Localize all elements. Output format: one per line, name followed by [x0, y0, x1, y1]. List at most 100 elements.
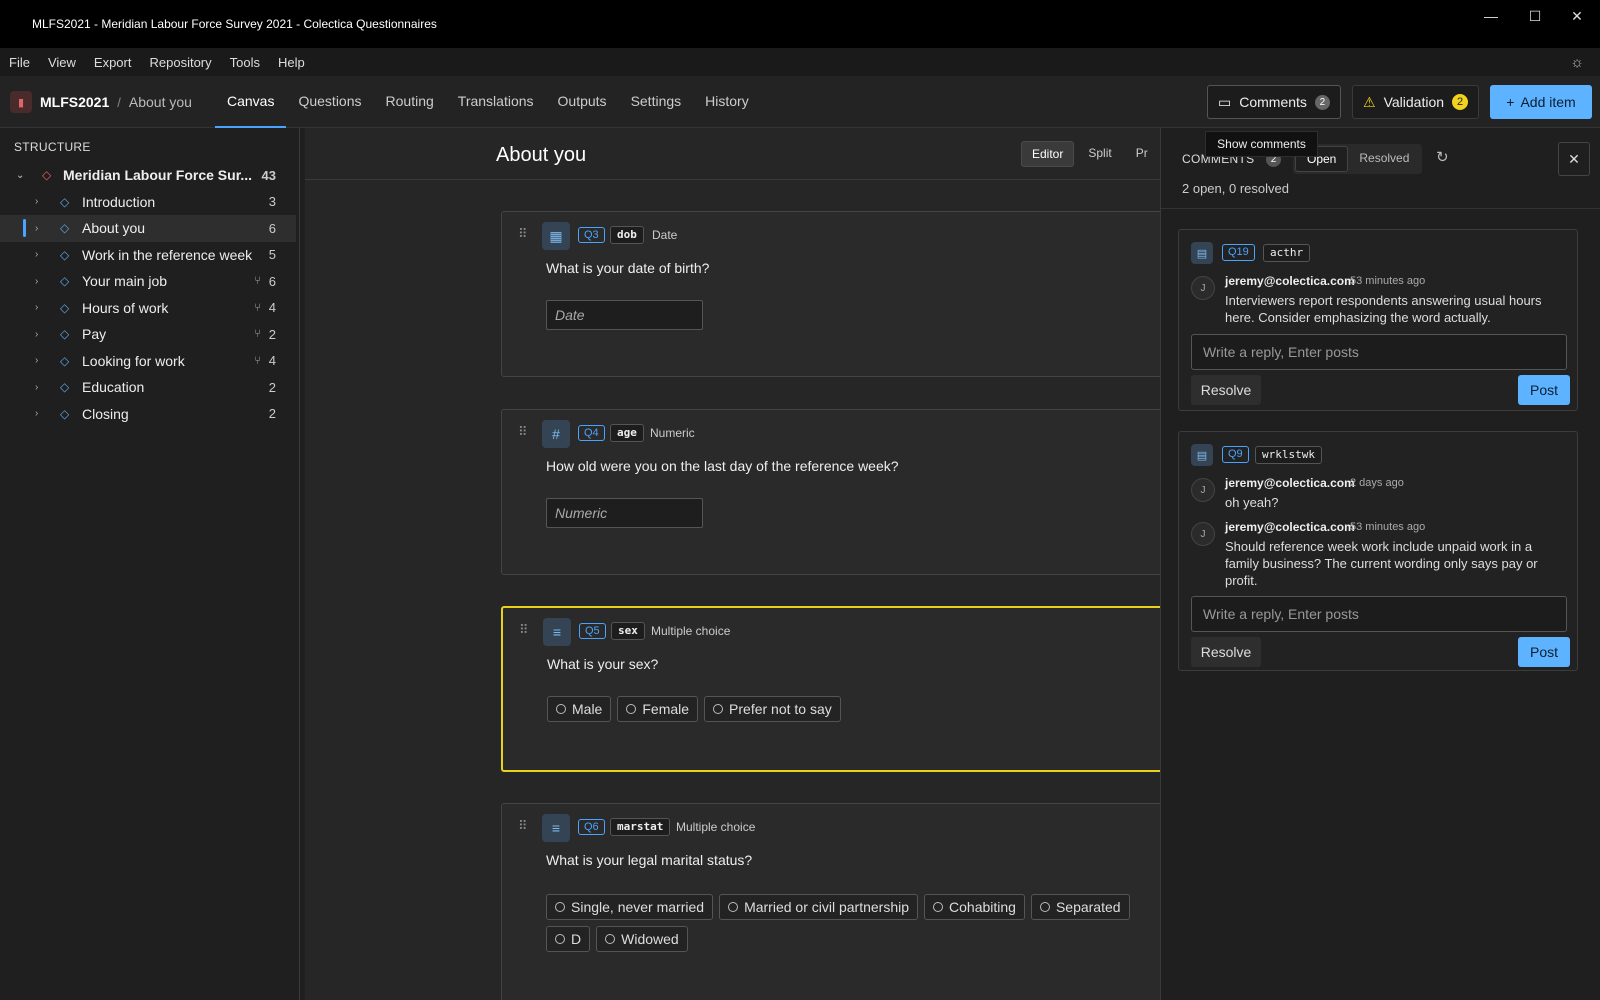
comments-button[interactable]: ▭ Comments 2	[1207, 85, 1341, 119]
drag-handle-icon[interactable]: ⠿	[519, 622, 529, 638]
sidebar-item-label: Closing	[82, 405, 129, 422]
numeric-input[interactable]: Numeric	[546, 498, 703, 528]
comment-body: oh yeah?	[1225, 495, 1279, 510]
tab-routing[interactable]: Routing	[374, 76, 446, 128]
tree-root-label: Meridian Labour Force Sur...	[63, 167, 253, 184]
answer-option[interactable]: Female	[617, 696, 699, 722]
menu-view[interactable]: View	[39, 55, 85, 70]
answer-option[interactable]: D	[546, 926, 591, 952]
sidebar-item-closing[interactable]: › ◇ Closing 2	[0, 401, 296, 428]
tab-canvas[interactable]: Canvas	[215, 76, 287, 128]
variable-name: age	[610, 424, 644, 442]
chevron-right-icon[interactable]: ›	[35, 249, 38, 260]
breadcrumb-project[interactable]: MLFS2021	[40, 94, 109, 110]
refresh-icon[interactable]: ↻	[1436, 148, 1449, 166]
question-text[interactable]: What is your date of birth?	[546, 260, 709, 276]
comment-author: jeremy@colectica.com	[1225, 520, 1355, 534]
comments-count-badge: 2	[1314, 94, 1330, 110]
close-panel-button[interactable]: ✕	[1558, 142, 1590, 176]
tab-questions[interactable]: Questions	[286, 76, 373, 128]
menu-tools[interactable]: Tools	[221, 55, 269, 70]
answer-option[interactable]: Single, never married	[546, 894, 714, 920]
question-card-selected[interactable]: ⠿ ≡ Q5 sex Multiple choice What is your …	[501, 606, 1165, 772]
tag-icon: ◇	[60, 406, 70, 421]
sidebar-item-label: About you	[82, 220, 146, 237]
sidebar-item-pay[interactable]: › ◇ Pay ⑂ 2	[0, 321, 296, 348]
resolve-button[interactable]: Resolve	[1191, 375, 1261, 405]
option-label: Female	[642, 701, 690, 717]
resolve-button[interactable]: Resolve	[1191, 637, 1261, 667]
option-label: Cohabiting	[949, 899, 1016, 915]
view-split[interactable]: Split	[1078, 141, 1121, 167]
tab-outputs[interactable]: Outputs	[546, 76, 619, 128]
chevron-right-icon[interactable]: ›	[35, 382, 38, 393]
option-label: Separated	[1055, 899, 1121, 915]
divider	[1161, 208, 1600, 209]
option-label: Widowed	[621, 931, 679, 947]
question-card[interactable]: ⠿ ▦ Q3 dob Date What is your date of bir…	[501, 211, 1165, 377]
note-icon: ▤	[1191, 444, 1213, 466]
post-button[interactable]: Post	[1518, 375, 1570, 405]
answer-option[interactable]: Prefer not to say	[704, 696, 841, 722]
chevron-right-icon[interactable]: ›	[35, 408, 38, 419]
answer-option[interactable]: Male	[547, 696, 612, 722]
chevron-right-icon[interactable]: ›	[35, 302, 38, 313]
date-input[interactable]: Date	[546, 300, 703, 330]
question-text[interactable]: How old were you on the last day of the …	[546, 458, 899, 474]
view-editor[interactable]: Editor	[1021, 141, 1075, 167]
question-text[interactable]: What is your sex?	[547, 656, 658, 672]
sidebar-item-main-job[interactable]: › ◇ Your main job ⑂ 6	[0, 268, 296, 295]
sidebar-item-hours-of-work[interactable]: › ◇ Hours of work ⑂ 4	[0, 295, 296, 322]
post-button[interactable]: Post	[1518, 637, 1570, 667]
question-id: Q5	[579, 623, 606, 639]
validation-button[interactable]: ⚠ Validation 2	[1352, 85, 1480, 119]
comment-time: 53 minutes ago	[1350, 521, 1426, 533]
question-text[interactable]: What is your legal marital status?	[546, 852, 752, 868]
question-type: Numeric	[650, 426, 695, 440]
sidebar-item-count: 2	[268, 379, 276, 395]
view-preview[interactable]: Pr	[1126, 141, 1158, 167]
drag-handle-icon[interactable]: ⠿	[518, 226, 528, 242]
drag-handle-icon[interactable]: ⠿	[518, 818, 528, 834]
question-card[interactable]: ⠿ # Q4 age Numeric How old were you on t…	[501, 409, 1165, 575]
menu-file[interactable]: File	[0, 55, 39, 70]
radio-icon	[556, 704, 566, 714]
sidebar-item-education[interactable]: › ◇ Education 2	[0, 374, 296, 401]
chevron-right-icon[interactable]: ›	[35, 355, 38, 366]
sidebar-item-introduction[interactable]: › ◇ Introduction 3	[0, 189, 296, 216]
reply-input[interactable]: Write a reply, Enter posts	[1191, 596, 1567, 632]
sidebar-item-looking-for-work[interactable]: › ◇ Looking for work ⑂ 4	[0, 348, 296, 375]
menu-help[interactable]: Help	[269, 55, 314, 70]
chevron-down-icon[interactable]: ⌄	[16, 170, 24, 181]
chevron-right-icon[interactable]: ›	[35, 276, 38, 287]
menu-export[interactable]: Export	[85, 55, 141, 70]
minimize-button[interactable]: —	[1468, 0, 1514, 32]
tab-history[interactable]: History	[693, 76, 761, 128]
add-item-button[interactable]: + Add item	[1490, 85, 1592, 119]
close-window-button[interactable]: ✕	[1554, 0, 1600, 32]
question-card[interactable]: ⠿ ≡ Q6 marstat Multiple choice What is y…	[501, 803, 1165, 1000]
maximize-button[interactable]: ☐	[1512, 0, 1558, 32]
chevron-right-icon[interactable]: ›	[35, 223, 38, 234]
chevron-right-icon[interactable]: ›	[35, 196, 38, 207]
sidebar-item-count: 2	[268, 406, 276, 422]
chevron-right-icon[interactable]: ›	[35, 329, 38, 340]
answer-option[interactable]: Cohabiting	[924, 894, 1025, 920]
plus-icon: +	[1506, 94, 1515, 110]
sidebar-item-work-reference-week[interactable]: › ◇ Work in the reference week 5	[0, 242, 296, 269]
tab-settings[interactable]: Settings	[619, 76, 694, 128]
filter-resolved[interactable]: Resolved	[1348, 146, 1420, 172]
tree-root[interactable]: ⌄ ◇ Meridian Labour Force Sur... 43	[0, 162, 296, 189]
thread-question-id[interactable]: Q9	[1222, 446, 1249, 463]
reply-input[interactable]: Write a reply, Enter posts	[1191, 334, 1567, 370]
thread-question-id[interactable]: Q19	[1222, 244, 1255, 261]
answer-option[interactable]: Married or civil partnership	[719, 894, 919, 920]
tab-translations[interactable]: Translations	[446, 76, 546, 128]
answer-option[interactable]: Separated	[1030, 894, 1130, 920]
theme-toggle-icon[interactable]: ☼	[1570, 54, 1584, 71]
drag-handle-icon[interactable]: ⠿	[518, 424, 528, 440]
sidebar-item-about-you[interactable]: › ◇ About you 6	[0, 215, 296, 242]
menu-repository[interactable]: Repository	[140, 55, 220, 70]
branch-icon: ⑂	[254, 301, 261, 314]
answer-option[interactable]: Widowed	[596, 926, 688, 952]
